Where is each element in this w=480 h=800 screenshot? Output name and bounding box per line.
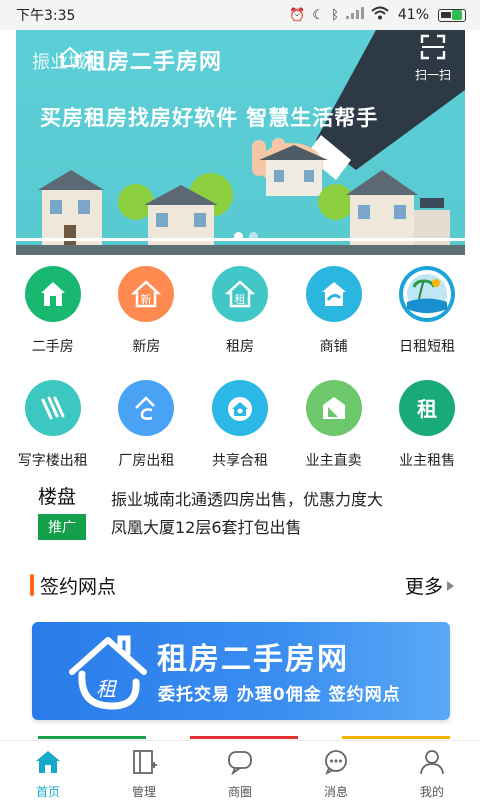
owner-sell-icon (305, 380, 362, 436)
stripe (190, 736, 298, 739)
nav-messages[interactable]: 消息 (291, 741, 381, 800)
factory-icon (118, 380, 175, 436)
category-row: 二手房 新 新房 租 租房 商铺 日租短租 (0, 266, 480, 356)
ticker-item[interactable]: 凤凰大厦12层6套打包出售 (111, 514, 302, 538)
section-header: 签约网点 更多 (0, 566, 480, 606)
stripe (38, 736, 146, 739)
status-icons: ⏰ ☾ ᛒ (289, 6, 389, 24)
scan-icon (420, 34, 446, 60)
category-daily-rent[interactable]: 日租短租 (381, 266, 473, 356)
promo-title: 租房二手房网 (157, 642, 349, 677)
category-row: 写字楼出租 厂房出租 共享合租 业主直卖 租 业主租售 (0, 380, 480, 470)
promo-logo-text: 租 (96, 677, 118, 701)
nav-label: 我的 (419, 785, 444, 799)
owner-rent-icon: 租 (399, 380, 456, 436)
category-label: 日租短租 (399, 339, 456, 355)
more-label: 更多 (404, 576, 443, 598)
shop-icon (305, 266, 362, 322)
category-second-hand[interactable]: 二手房 (7, 266, 99, 356)
category-label: 写字楼出租 (17, 453, 88, 469)
new-house-icon: 新 (118, 266, 175, 322)
nav-label: 商圈 (227, 785, 252, 799)
category-owner-sell[interactable]: 业主直卖 (288, 380, 380, 470)
bluetooth-icon: ᛒ (331, 7, 339, 23)
category-label: 二手房 (31, 339, 74, 355)
category-label: 业主直卖 (305, 453, 362, 469)
banner-ground (16, 245, 465, 255)
banner-slogan: 买房租房找房好软件 智慧生活帮手 (40, 106, 379, 130)
wifi-icon (371, 6, 389, 24)
ticker-title: 楼盘 (38, 486, 77, 508)
more-link[interactable]: 更多 (405, 572, 454, 599)
rent-house-icon: 租 (211, 266, 268, 322)
alarm-icon: ⏰ (289, 7, 306, 23)
signal-icon (345, 7, 364, 23)
category-office[interactable]: 写字楼出租 (7, 380, 99, 470)
banner-title: 租房二手房网 (84, 50, 223, 75)
promo-card[interactable]: 租 租房二手房网 委托交易 办理0佣金 签约网点 (32, 622, 450, 720)
category-new-house[interactable]: 新 新房 (100, 266, 192, 356)
category-grid: 二手房 新 新房 租 租房 商铺 日租短租 写字楼出租 厂房出租 共享合租 业主… (0, 258, 480, 470)
category-label: 租房 (225, 339, 254, 355)
promo-badge: 推广 (38, 514, 86, 540)
nav-label: 首页 (35, 785, 60, 799)
home-icon (33, 747, 63, 777)
chat-bubble-icon (225, 747, 255, 777)
category-shop[interactable]: 商铺 (288, 266, 380, 356)
svg-text:新: 新 (141, 292, 152, 306)
status-time: 下午3:35 (16, 8, 76, 24)
user-icon (417, 747, 447, 777)
message-icon (321, 747, 351, 777)
beach-icon (399, 266, 456, 322)
stripe (342, 736, 450, 739)
section-accent-bar (30, 574, 34, 596)
section-title: 签约网点 (40, 576, 117, 598)
category-owner-rent[interactable]: 租 业主租售 (381, 380, 473, 470)
nav-home[interactable]: 首页 (3, 741, 93, 800)
banner-dot[interactable] (249, 232, 258, 241)
nav-business-circle[interactable]: 商圈 (195, 741, 285, 800)
nav-manage[interactable]: 管理 (99, 741, 189, 800)
category-factory[interactable]: 厂房出租 (100, 380, 192, 470)
banner-dot[interactable] (234, 232, 243, 241)
scan-label: 扫一扫 (414, 68, 451, 82)
banner[interactable]: 振业城1( 租房二手房网 买房租房找房好软件 智慧生活帮手 扫一扫 (16, 30, 465, 255)
category-label: 商铺 (319, 339, 348, 355)
nav-label: 管理 (131, 785, 156, 799)
banner-pagination (234, 232, 258, 241)
bottom-nav: 首页 管理 商圈 消息 我的 (0, 740, 480, 800)
moon-icon: ☾ (312, 7, 325, 23)
promo-subtitle: 委托交易 办理0佣金 签约网点 (158, 685, 401, 705)
category-label: 共享合租 (211, 453, 268, 469)
category-label: 新房 (132, 339, 161, 355)
shared-rent-icon (211, 380, 268, 436)
svg-text:租: 租 (417, 397, 437, 421)
category-label: 业主租售 (399, 453, 456, 469)
ticker-item[interactable]: 振业城南北通透四房出售，优惠力度大 (111, 486, 383, 510)
battery-percent: 41% (397, 7, 429, 23)
news-ticker[interactable]: 楼盘 推广 振业城南北通透四房出售，优惠力度大 凤凰大厦12层6套打包出售 (38, 480, 458, 544)
house-logo-icon: 租 (69, 635, 147, 710)
category-rent[interactable]: 租 租房 (194, 266, 286, 356)
house-icon (24, 266, 81, 322)
battery-icon (438, 8, 466, 22)
manage-icon (129, 747, 159, 777)
house-logo-icon (58, 46, 82, 67)
nav-label: 消息 (323, 785, 348, 799)
status-bar: 下午3:35 ⏰ ☾ ᛒ 41% (0, 0, 480, 30)
category-label: 厂房出租 (118, 453, 175, 469)
category-shared[interactable]: 共享合租 (194, 380, 286, 470)
nav-profile[interactable]: 我的 (387, 741, 477, 800)
triangle-right-icon (447, 580, 454, 591)
office-icon (24, 380, 81, 436)
status-right: ⏰ ☾ ᛒ 41% (289, 6, 466, 24)
scan-button[interactable]: 扫一扫 (408, 34, 458, 90)
svg-text:租: 租 (234, 293, 245, 306)
